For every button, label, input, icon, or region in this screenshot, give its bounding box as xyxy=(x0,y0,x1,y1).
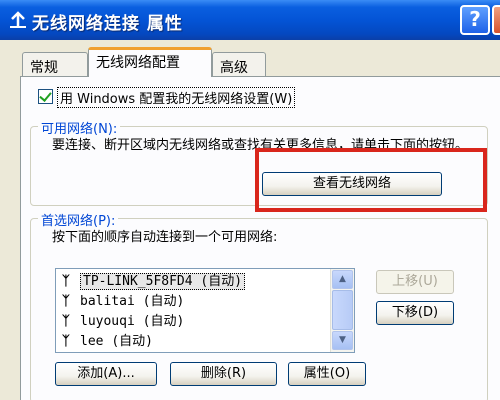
preferred-networks-list[interactable]: ᛉ TP-LINK_5F8FD4 (自动) ᛉ balitai (自动) ᛉ luyo… xyxy=(55,268,355,353)
network-connection-icon xyxy=(10,11,26,28)
network-mode: (自动) xyxy=(142,294,185,309)
scroll-down-arrow-icon[interactable]: ▼ xyxy=(332,331,353,350)
highlight-box xyxy=(255,148,487,212)
properties-button[interactable]: 属性(O) xyxy=(288,362,366,386)
list-item[interactable]: ᛉ lee (自动) xyxy=(62,332,153,352)
list-item[interactable]: ᛉ TP-LINK_5F8FD4 (自动) xyxy=(62,272,246,292)
window-title: 无线网络连接 属性 xyxy=(32,14,183,34)
list-scrollbar[interactable]: ▲ ▼ xyxy=(330,269,354,352)
move-up-button[interactable]: 上移(U) xyxy=(376,270,454,294)
wireless-network-icon: ᛉ xyxy=(62,334,70,349)
preferred-networks-description: 按下面的顺序自动连接到一个可用网络: xyxy=(52,230,278,245)
wireless-network-icon: ᛉ xyxy=(62,274,70,289)
network-name: lee xyxy=(80,334,104,349)
available-networks-title: 可用网络(N): xyxy=(38,118,121,137)
wireless-network-icon: ᛉ xyxy=(62,314,70,329)
close-button[interactable] xyxy=(492,5,500,35)
move-down-button[interactable]: 下移(D) xyxy=(376,301,454,325)
title-bar: 无线网络连接 属性 ? xyxy=(0,0,500,40)
use-windows-label[interactable]: 用 Windows 配置我的无线网络设置(W) xyxy=(57,87,296,108)
use-windows-checkbox[interactable] xyxy=(38,89,53,104)
wireless-network-icon: ᛉ xyxy=(62,294,70,309)
scroll-thumb[interactable] xyxy=(332,290,353,330)
network-mode: (自动) xyxy=(200,274,243,289)
network-mode: (自动) xyxy=(142,314,185,329)
network-name: luyouqi xyxy=(80,314,135,329)
network-name: balitai xyxy=(80,294,135,309)
tab-general[interactable]: 常规 xyxy=(22,52,88,78)
remove-button[interactable]: 删除(R) xyxy=(170,362,277,386)
help-button[interactable]: ? xyxy=(460,5,490,35)
preferred-networks-title: 首选网络(P): xyxy=(38,210,119,229)
network-mode: (自动) xyxy=(111,334,153,349)
list-item[interactable]: ᛉ luyouqi (自动) xyxy=(62,312,184,332)
list-item[interactable]: ᛉ balitai (自动) xyxy=(62,292,184,312)
scroll-up-arrow-icon[interactable]: ▲ xyxy=(332,270,353,289)
tab-wireless-config[interactable]: 无线网络配置 xyxy=(88,47,212,77)
tab-advanced[interactable]: 高级 xyxy=(212,52,266,78)
add-button[interactable]: 添加(A)... xyxy=(55,362,157,386)
network-name: TP-LINK_5F8FD4 xyxy=(83,274,193,289)
